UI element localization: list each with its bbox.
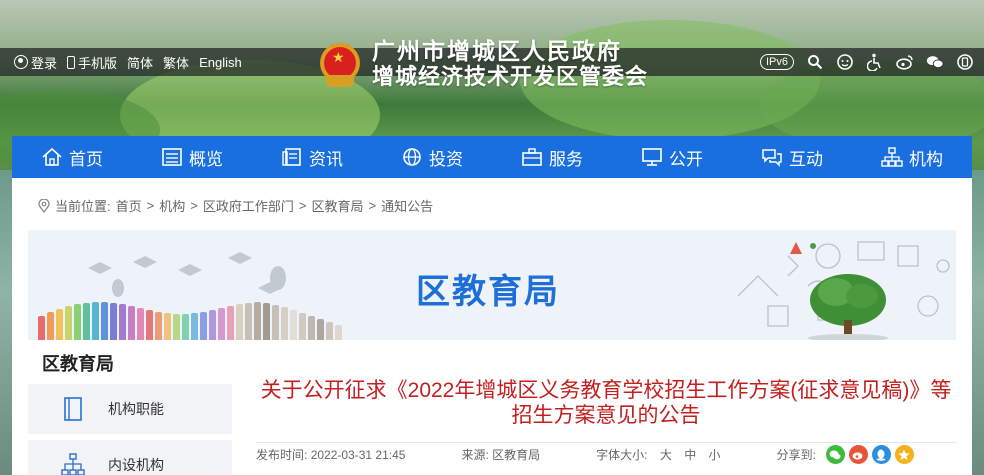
article-meta: 发布时间: 2022-03-31 21:45 来源: 区教育局 字体大小: 大 … [256, 442, 956, 464]
font-size-large[interactable]: 大 [660, 448, 672, 462]
font-size-control: 字体大小: 大 中 小 [596, 448, 721, 462]
breadcrumb-edu-bureau[interactable]: 区教育局 [311, 196, 363, 215]
nav-item-interact[interactable]: 互动 [732, 136, 852, 178]
login-link[interactable]: 登录 [14, 53, 57, 72]
share-weibo-icon[interactable] [848, 445, 868, 464]
care-mode-icon[interactable] [836, 53, 854, 71]
sidebar-title: 区教育局 [42, 354, 114, 374]
user-icon [14, 55, 28, 69]
nav-item-org[interactable]: 机构 [852, 136, 972, 178]
book-icon [58, 394, 88, 424]
sidebar-item-functions[interactable]: 机构职能 [28, 384, 232, 434]
brand-line-2: 增城经济技术开发区管委会 [372, 64, 649, 89]
wechat-icon[interactable] [926, 53, 944, 71]
org-icon [881, 147, 903, 167]
font-size-small[interactable]: 小 [709, 448, 721, 462]
briefcase-icon [521, 147, 543, 167]
nav-item-invest[interactable]: 投资 [372, 136, 492, 178]
breadcrumb: 当前位置: 首页 > 机构 > 区政府工作部门 > 区教育局 > 通知公告 [38, 196, 433, 215]
location-pin-icon [38, 197, 50, 213]
breadcrumb-notice[interactable]: 通知公告 [381, 196, 433, 215]
nav-item-service[interactable]: 服务 [492, 136, 612, 178]
nav-item-open[interactable]: 公开 [612, 136, 732, 178]
main-nav: 首页 概览 资讯 投资 服务 公开 互动 机构 [12, 136, 972, 178]
org-chart-icon [58, 450, 88, 475]
graduation-caps-decoration [88, 252, 286, 297]
chat-icon [761, 147, 783, 167]
content-panel: 当前位置: 首页 > 机构 > 区政府工作部门 > 区教育局 > 通知公告 区教… [12, 178, 972, 475]
source: 来源: 区教育局 [461, 448, 541, 462]
department-banner: 区教育局 [28, 230, 956, 340]
publish-time: 发布时间: 2022-03-31 21:45 [256, 448, 406, 462]
english-link[interactable]: English [199, 55, 242, 70]
ipv6-badge: IPv6 [759, 54, 794, 70]
app-icon[interactable] [956, 53, 974, 71]
sidebar-item-departments[interactable]: 内设机构 [28, 440, 232, 475]
nav-item-overview[interactable]: 概览 [132, 136, 252, 178]
search-icon[interactable] [806, 53, 824, 71]
nav-item-home[interactable]: 首页 [12, 136, 132, 178]
globe-icon [401, 147, 423, 167]
monitor-icon [641, 147, 663, 167]
site-brand[interactable]: ★ 广州市增城区人民政府 增城经济技术开发区管委会 [318, 36, 648, 92]
breadcrumb-prefix: 当前位置: [55, 199, 111, 214]
breadcrumb-org[interactable]: 机构 [159, 196, 185, 215]
article-title: 关于公开征求《2022年增城区义务教育学校招生工作方案(征求意见稿)》等招生方案… [260, 379, 952, 427]
news-icon [281, 147, 303, 167]
accessibility-icon[interactable] [866, 53, 884, 71]
breadcrumb-gov-depts[interactable]: 区政府工作部门 [203, 196, 294, 215]
list-icon [161, 147, 183, 167]
brand-line-1: 广州市增城区人民政府 [372, 38, 622, 64]
weibo-icon[interactable] [896, 53, 914, 71]
font-size-medium[interactable]: 中 [684, 448, 696, 462]
simplified-link[interactable]: 简体 [127, 53, 153, 72]
mobile-link[interactable]: 手机版 [67, 53, 117, 72]
breadcrumb-home[interactable]: 首页 [116, 196, 142, 215]
share-qzone-icon[interactable] [894, 445, 914, 464]
banner-title: 区教育局 [416, 273, 560, 311]
national-emblem-icon: ★ [318, 39, 362, 89]
nav-item-news[interactable]: 资讯 [252, 136, 372, 178]
traditional-link[interactable]: 繁体 [163, 53, 189, 72]
share-bar: 分享到: [777, 445, 914, 464]
color-pencils-decoration [38, 300, 348, 340]
home-icon [41, 147, 63, 167]
tree-decoration [808, 274, 888, 340]
phone-icon [67, 55, 76, 69]
share-wechat-icon[interactable] [825, 445, 845, 464]
share-qq-icon[interactable] [871, 445, 891, 464]
